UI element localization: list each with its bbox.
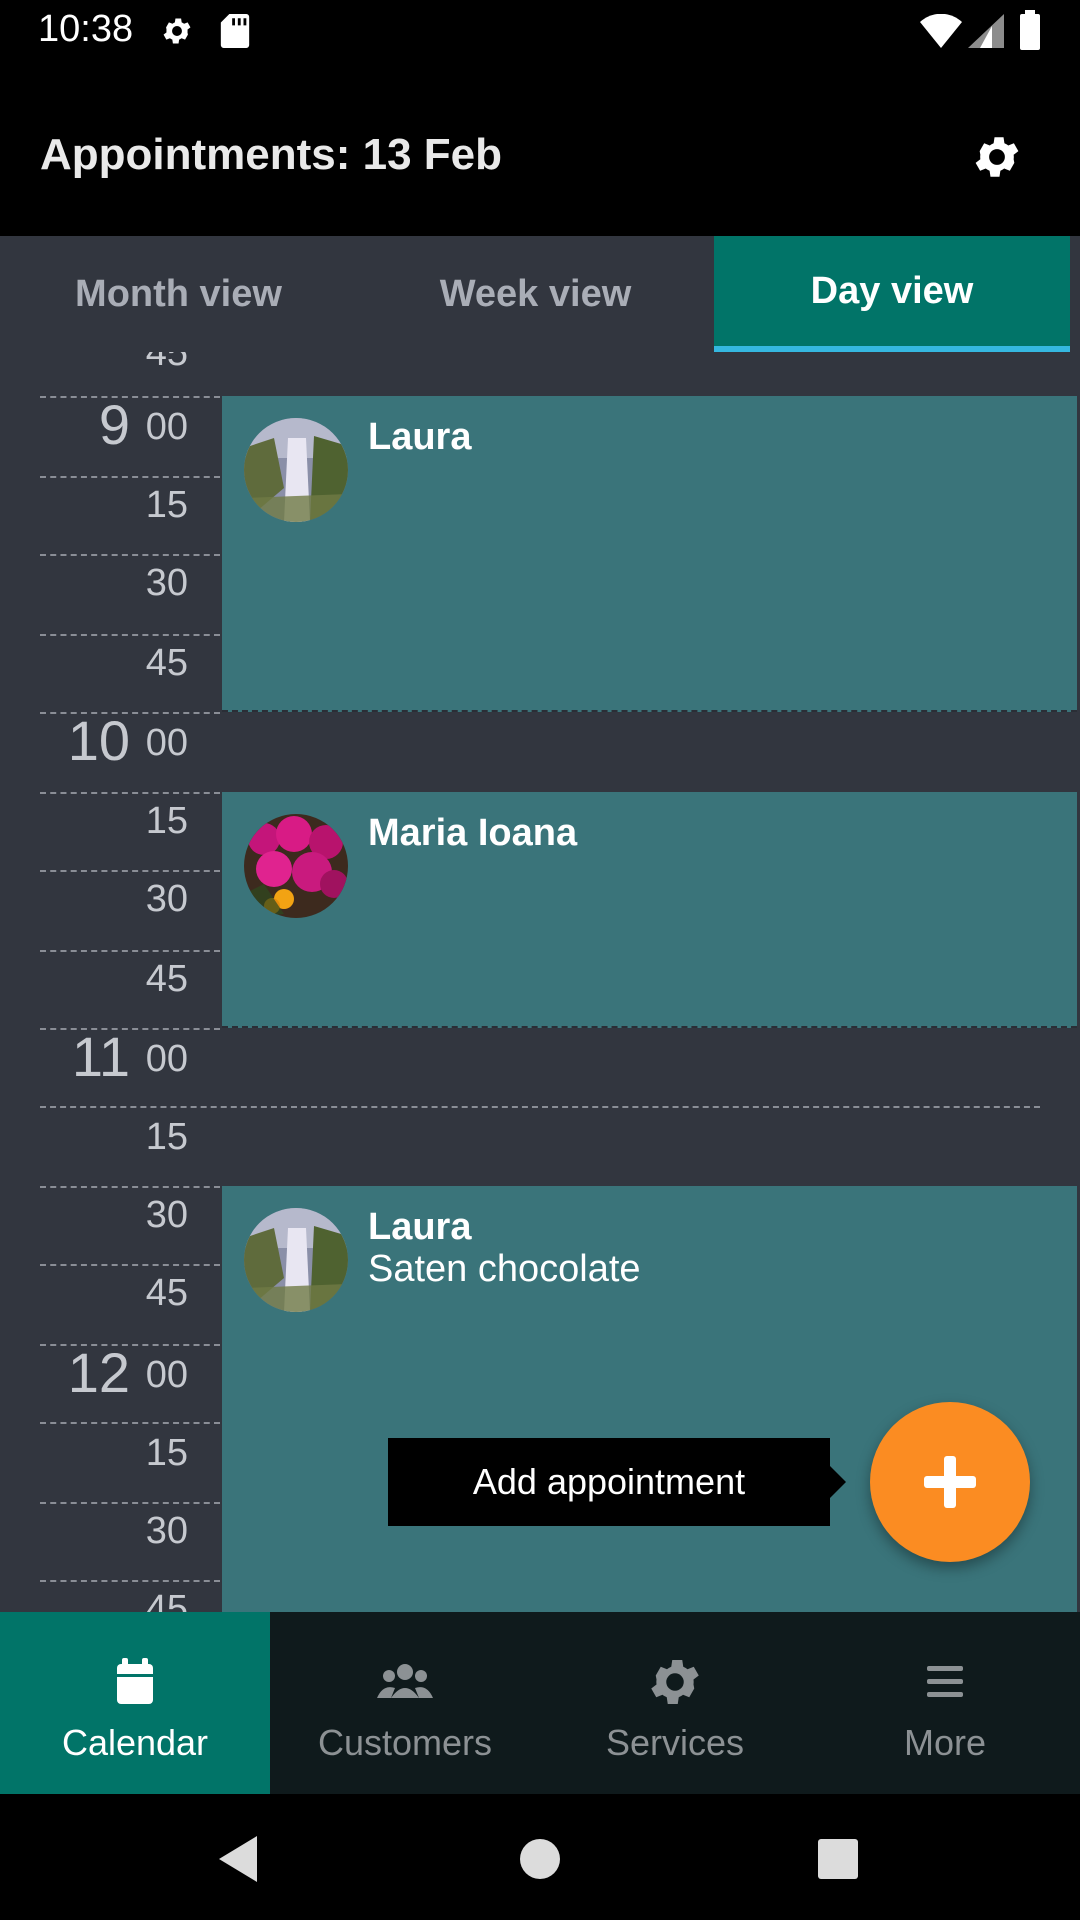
app-bar: Appointments: 13 Feb: [0, 64, 1080, 236]
settings-icon[interactable]: [970, 130, 1024, 184]
waterfall-photo-icon: [244, 418, 348, 522]
minute-label: 45: [145, 642, 188, 684]
settings-status-icon: [163, 18, 191, 44]
minute-label: 00: [145, 722, 188, 764]
grid-line: [40, 792, 220, 794]
minute-label: 30: [145, 878, 188, 920]
appointment-customer: Laura: [368, 416, 472, 458]
grid-line: [40, 1422, 220, 1424]
minute-label: 15: [145, 1432, 188, 1474]
grid-line: [40, 634, 220, 636]
recents-icon[interactable]: [803, 1824, 873, 1894]
signal-icon: [968, 14, 1004, 48]
hour-label-10: 10: [67, 709, 130, 772]
view-tabs: Month view Week view Day view: [0, 236, 1080, 352]
tab-day-view[interactable]: Day view: [714, 236, 1070, 352]
nav-label: Services: [605, 1722, 745, 1763]
customer-avatar: [244, 814, 348, 918]
grid-line: [40, 950, 220, 952]
minute-label: 30: [145, 562, 188, 604]
customer-avatar: [244, 418, 348, 522]
battery-icon: [1020, 10, 1040, 50]
minute-label: 00: [145, 1354, 188, 1396]
nav-services[interactable]: Services: [540, 1612, 810, 1794]
customer-avatar: [244, 1208, 348, 1312]
people-icon: [377, 1664, 433, 1698]
flowers-photo-icon: [244, 814, 348, 918]
minute-label: 15: [145, 1116, 188, 1158]
grid-line: [40, 870, 220, 872]
time-label-partial-bottom: 45: [145, 1588, 188, 1612]
appointment-service: Saten chocolate: [368, 1248, 641, 1290]
home-icon[interactable]: [505, 1824, 575, 1894]
tab-month-view[interactable]: Month view: [0, 236, 357, 352]
hour-label-9: 9: [98, 393, 130, 456]
tab-week-view[interactable]: Week view: [357, 236, 714, 352]
tooltip-arrow: [830, 1466, 846, 1498]
sd-card-icon: [220, 14, 250, 48]
menu-icon: [927, 1666, 963, 1697]
grid-line: [40, 1264, 220, 1266]
bottom-navigation: Calendar Customers Services More: [0, 1612, 1080, 1794]
time-label-partial-top: 45: [145, 352, 188, 374]
minute-label: 45: [145, 958, 188, 1000]
system-navigation-bar: [0, 1794, 1080, 1920]
gear-icon: [651, 1660, 699, 1704]
nav-label: Customers: [317, 1722, 493, 1763]
wifi-icon: [920, 14, 962, 48]
appointment-card[interactable]: Laura: [222, 396, 1077, 712]
plus-icon: [924, 1456, 976, 1508]
nav-more[interactable]: More: [810, 1612, 1080, 1794]
appointment-customer: Laura: [368, 1206, 472, 1248]
add-appointment-button[interactable]: [870, 1402, 1030, 1562]
hour-label-12: 12: [67, 1341, 130, 1404]
minute-label: 30: [145, 1510, 188, 1552]
status-bar: 10:38: [0, 0, 1080, 64]
minute-label: 30: [145, 1194, 188, 1236]
grid-line: [40, 1186, 220, 1188]
back-icon[interactable]: [205, 1824, 275, 1894]
grid-line: [40, 1580, 220, 1582]
minute-label: 00: [145, 406, 188, 448]
hour-label-11: 11: [71, 1025, 130, 1088]
grid-line: [40, 476, 220, 478]
nav-customers[interactable]: Customers: [270, 1612, 540, 1794]
grid-line: [40, 554, 220, 556]
grid-line: [40, 1106, 1040, 1108]
minute-label: 45: [145, 1272, 188, 1314]
status-time: 10:38: [38, 8, 134, 50]
grid-line: [40, 1502, 220, 1504]
waterfall-photo-icon: [244, 1208, 348, 1312]
calendar-icon: [117, 1658, 153, 1704]
minute-label: 00: [145, 1038, 188, 1080]
nav-label: More: [903, 1722, 987, 1763]
minute-label: 15: [145, 800, 188, 842]
appointment-card[interactable]: Maria Ioana: [222, 792, 1077, 1028]
page-title: Appointments: 13 Feb: [40, 130, 503, 179]
minute-label: 15: [145, 484, 188, 526]
nav-label: Calendar: [61, 1722, 209, 1763]
appointment-customer: Maria Ioana: [368, 812, 578, 854]
nav-calendar[interactable]: Calendar: [0, 1612, 270, 1794]
add-appointment-tooltip: Add appointment: [388, 1438, 830, 1526]
